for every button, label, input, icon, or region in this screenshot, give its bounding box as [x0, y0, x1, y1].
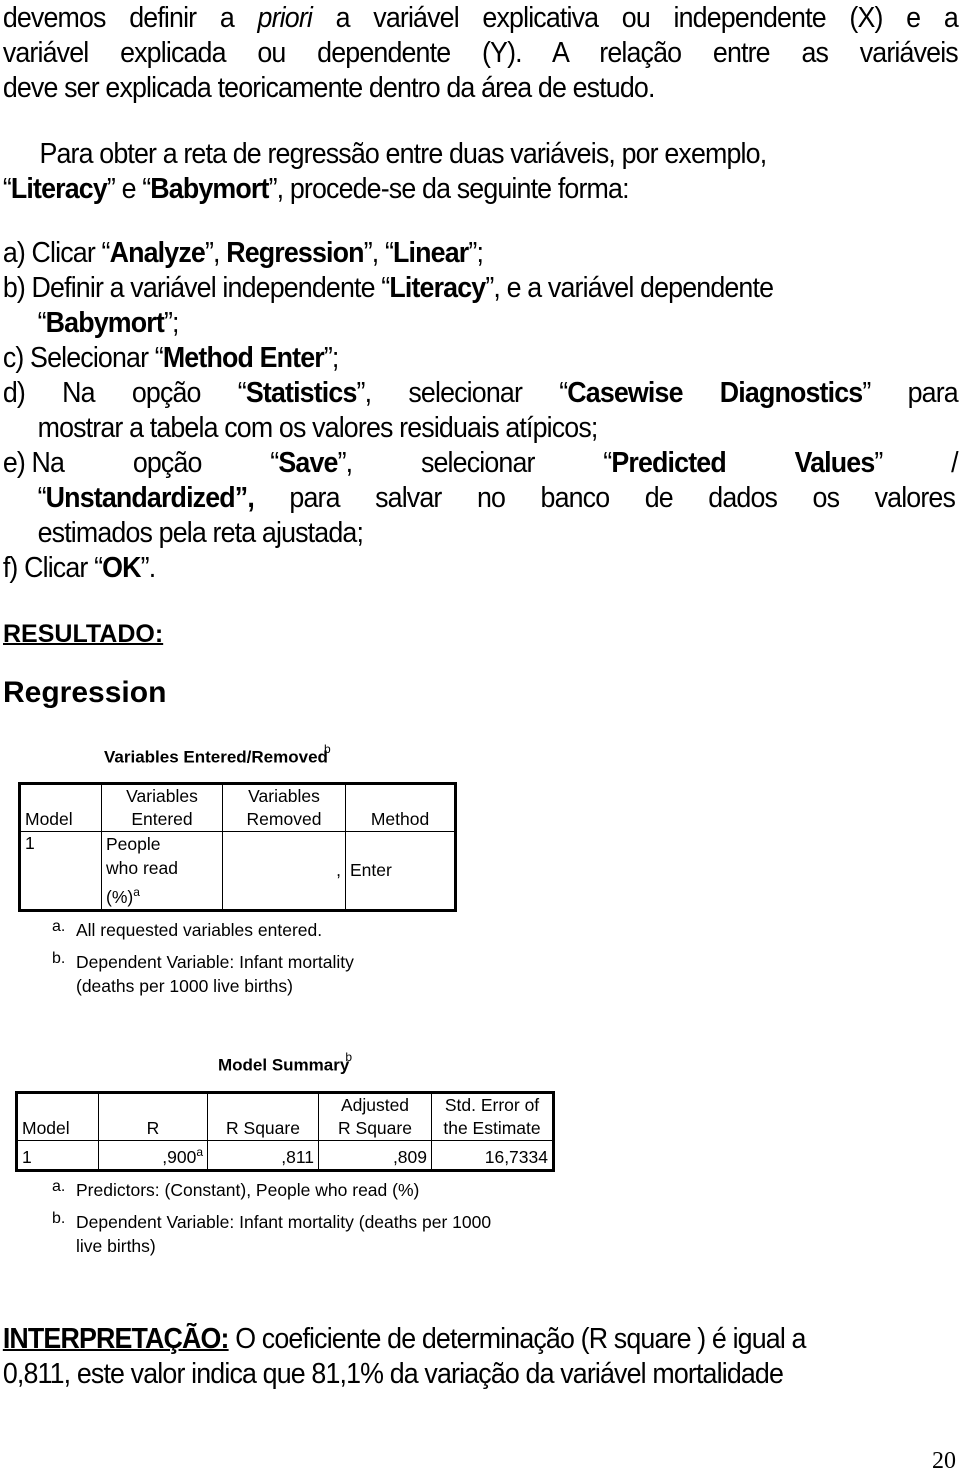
header-adjusted-r-square: Adjusted R Square: [318, 1092, 432, 1141]
model-summary-table: Model R R Square Adjusted R Square Std. E…: [15, 1091, 555, 1172]
header-model: Model: [19, 783, 102, 832]
step-e-continuation-2: estimados pela reta ajustada;: [37, 517, 364, 549]
italic-term: priori: [257, 2, 313, 34]
interpretation-line-2: 0,811, este valor indica que 81,1% da va…: [2, 1358, 784, 1390]
table-row: 1 People who read (%)a , Enter: [19, 831, 456, 911]
cell-r: ,900a: [98, 1140, 208, 1171]
header-std-error: Std. Error of the Estimate: [431, 1092, 554, 1141]
header-model: Model: [16, 1092, 99, 1141]
procedure-line-2: “Literacy” e “Babymort”, procede-se da s…: [2, 173, 630, 205]
cell-adjusted-r-square: ,809: [318, 1140, 432, 1171]
cell-variables-removed: ,: [222, 831, 346, 911]
interpretation-line-1: INTERPRETAÇÃO: O coeficiente de determin…: [2, 1323, 807, 1355]
interpretation-label: INTERPRETAÇÃO:: [2, 1323, 230, 1355]
step-e: e) Na opção “Save”, selecionar “Predicte…: [2, 447, 959, 479]
table2-title: Model Summaryb: [218, 1050, 352, 1075]
page-number: 20: [932, 1448, 956, 1474]
step-e-continuation: “Unstandardized”, para salvar no banco d…: [37, 482, 956, 514]
table2-footnote-a: a. Predictors: (Constant), People who rea…: [52, 1178, 420, 1200]
table2-title-footnote-mark: b: [345, 1050, 352, 1064]
header-method: Method: [345, 783, 456, 832]
entered-footnote-mark: a: [133, 885, 140, 899]
step-c: c) Selecionar “Method Enter”;: [2, 342, 340, 374]
intro-line-1: devemos definir a priori a variável expl…: [2, 2, 959, 34]
r-footnote-mark: a: [196, 1145, 203, 1159]
step-a: a) Clicar “Analyze”, Regression”, “Linea…: [2, 237, 484, 269]
table-row: 1 ,900a ,811 ,809 16,7334: [16, 1140, 554, 1171]
variable-literacy: Literacy: [10, 173, 108, 205]
table1-title-footnote-mark: b: [323, 742, 331, 756]
cell-variables-entered: People who read (%)a: [101, 831, 223, 911]
cell-model: 1: [16, 1140, 99, 1171]
cell-r-square: ,811: [207, 1140, 319, 1171]
table2-footnote-b: b. Dependent Variable: Infant mortality (…: [52, 1210, 492, 1256]
intro-line-3: deve ser explicada teoricamente dentro d…: [2, 72, 656, 104]
header-variables-removed: Variables Removed: [222, 783, 346, 832]
header-r: R: [98, 1092, 208, 1141]
header-r-square: R Square: [207, 1092, 319, 1141]
table-header-row: Model R R Square Adjusted R Square Std. E…: [16, 1092, 554, 1141]
table1-footnote-a: a. All requested variables entered.: [52, 918, 323, 940]
regression-title: Regression: [3, 676, 167, 709]
variable-babymort: Babymort: [150, 173, 269, 205]
step-b: b) Definir a variável independente “Lite…: [2, 272, 774, 304]
result-heading: RESULTADO:: [3, 620, 164, 648]
table1-footnote-b: b. Dependent Variable: Infant mortality (d…: [52, 950, 354, 996]
cell-method: Enter: [345, 831, 456, 911]
header-variables-entered: Variables Entered: [101, 783, 223, 832]
step-d-continuation: mostrar a tabela com os valores residuai…: [37, 412, 599, 444]
intro-line-2: variável explicada ou dependente (Y). A …: [2, 37, 959, 69]
document-page: devemos definir a priori a variável expl…: [0, 0, 960, 1475]
step-f: f) Clicar “OK”.: [2, 552, 156, 584]
procedure-line-1: Para obter a reta de regressão entre dua…: [39, 138, 767, 170]
cell-model: 1: [19, 831, 102, 911]
step-b-continuation: “Babymort”;: [37, 307, 180, 339]
cell-std-error: 16,7334: [431, 1140, 554, 1171]
variables-entered-table: Model Variables Entered Variables Removed …: [18, 782, 457, 912]
step-d: d) Na opção “Statistics”, selecionar “Ca…: [2, 377, 959, 409]
table-header-row: Model Variables Entered Variables Removed …: [19, 783, 456, 832]
table1-title: Variables Entered/Removedb: [104, 742, 331, 767]
